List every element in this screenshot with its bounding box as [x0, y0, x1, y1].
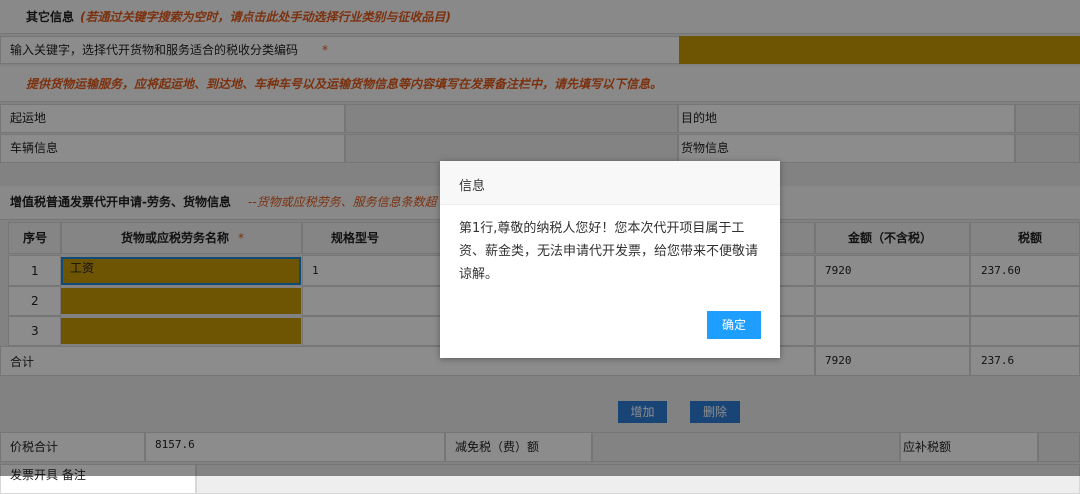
dialog-header: 信息: [440, 161, 780, 205]
confirm-button[interactable]: 确定: [707, 311, 761, 339]
info-dialog: 信息 第1行,尊敬的纳税人您好！您本次代开项目属于工资、薪金类，无法申请代开发票…: [440, 161, 780, 358]
dialog-title: 信息: [459, 179, 486, 194]
dialog-message: 第1行,尊敬的纳税人您好！您本次代开项目属于工资、薪金类，无法申请代开发票，给您…: [459, 221, 759, 282]
